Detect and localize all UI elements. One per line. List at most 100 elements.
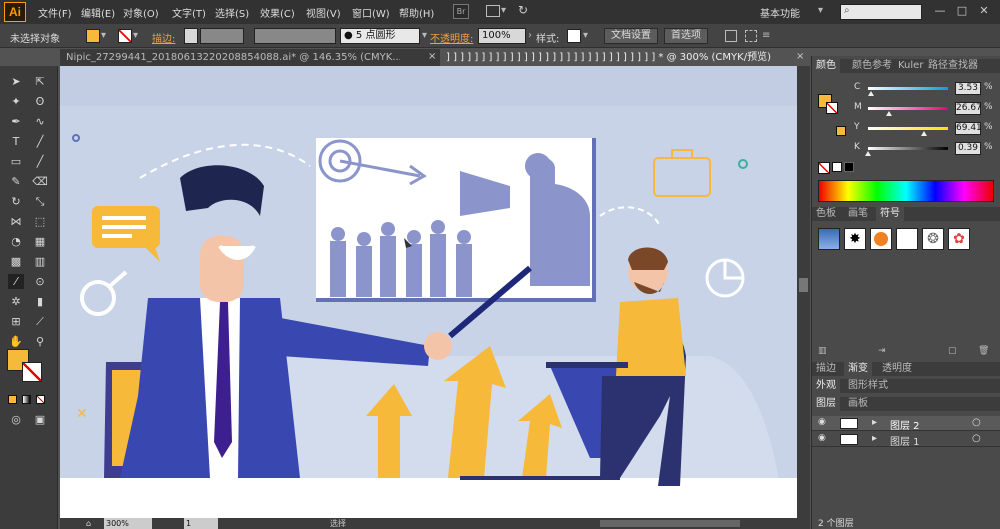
menu-type[interactable]: 文字(T): [172, 5, 206, 20]
tab-color-guide[interactable]: 颜色参考: [848, 59, 896, 73]
scale-tool-icon[interactable]: ⤡: [32, 194, 48, 209]
color-spectrum-bar[interactable]: [818, 180, 994, 202]
color-slider-track[interactable]: [868, 87, 948, 90]
tab-transparency[interactable]: 透明度: [878, 362, 916, 376]
blend-tool-icon[interactable]: ⊙: [32, 274, 48, 289]
close-button[interactable]: ✕: [976, 3, 992, 19]
direct-selection-tool-icon[interactable]: ⇱: [32, 74, 48, 89]
place-symbol-icon[interactable]: ⇥: [878, 346, 886, 356]
layer-row[interactable]: ◉ ▸ 图层 1 ○: [812, 432, 1000, 448]
stroke-weight-stepper[interactable]: [184, 28, 198, 44]
symbol-sprayer-tool-icon[interactable]: ✲: [8, 294, 24, 309]
tab-document-1[interactable]: Nipic_27299441_20180613220208854088.ai* …: [60, 49, 400, 66]
symbol-library-icon[interactable]: ▥: [818, 346, 827, 356]
tab-gradient[interactable]: 渐变: [844, 362, 872, 376]
preferences-button[interactable]: 首选项: [664, 28, 708, 44]
tab-swatches[interactable]: 色板: [812, 207, 840, 221]
draw-mode-icon[interactable]: ◎: [8, 412, 24, 427]
eyedropper-tool-icon[interactable]: ⁄: [8, 274, 24, 289]
menu-object[interactable]: 对象(O): [123, 5, 159, 20]
column-graph-tool-icon[interactable]: ▮: [32, 294, 48, 309]
tab-color[interactable]: 颜色: [812, 59, 840, 73]
eraser-tool-icon[interactable]: ⌫: [32, 174, 48, 189]
artboard-number-field[interactable]: 1: [184, 518, 218, 529]
sync-icon[interactable]: ↻: [518, 3, 528, 17]
tab-pathfinder[interactable]: 路径查找器: [924, 59, 982, 73]
layer-row[interactable]: ◉ ▸ 图层 2 ○: [812, 416, 1000, 432]
maximize-button[interactable]: □: [954, 3, 970, 19]
menu-help[interactable]: 帮助(H): [399, 5, 434, 20]
panel-stroke-swatch[interactable]: [826, 102, 838, 114]
tab-kuler[interactable]: Kuler: [894, 59, 927, 73]
delete-symbol-icon[interactable]: 🗑: [978, 346, 989, 356]
selection-tool-icon[interactable]: ➤: [8, 74, 24, 89]
screen-mode-icon[interactable]: ▣: [32, 412, 48, 427]
brush-dropdown-icon[interactable]: ▾: [422, 30, 427, 41]
width-tool-icon[interactable]: ⋈: [8, 214, 24, 229]
symbol-item[interactable]: [818, 228, 840, 250]
menu-file[interactable]: 文件(F): [38, 5, 72, 20]
symbol-item[interactable]: ✸: [844, 228, 866, 250]
bridge-button[interactable]: Br: [453, 4, 469, 19]
slice-tool-icon[interactable]: ⟋: [32, 314, 48, 329]
tab-graphic-styles[interactable]: 图形样式: [844, 379, 892, 393]
color-slider-thumb[interactable]: [865, 151, 872, 156]
opacity-label[interactable]: 不透明度:: [430, 30, 473, 45]
tab-layers[interactable]: 图层: [812, 397, 840, 411]
color-slider-track[interactable]: [868, 147, 948, 150]
artboard-nav-icon[interactable]: ⌂: [86, 518, 91, 529]
minimize-button[interactable]: —: [932, 3, 948, 19]
graphic-style-swatch[interactable]: [567, 29, 581, 43]
white-color-swatch[interactable]: [832, 162, 842, 172]
line-tool-icon[interactable]: ╱: [32, 134, 48, 149]
lasso-tool-icon[interactable]: ʘ: [32, 94, 48, 109]
color-slider-track[interactable]: [868, 127, 948, 130]
symbol-item[interactable]: [870, 228, 892, 250]
color-mode-icon[interactable]: [8, 395, 17, 404]
fill-dropdown-icon[interactable]: ▾: [101, 30, 106, 41]
layer-target-icon[interactable]: ○: [972, 433, 981, 444]
magic-wand-tool-icon[interactable]: ✦: [8, 94, 24, 109]
symbol-item[interactable]: [896, 228, 918, 250]
mesh-tool-icon[interactable]: ▩: [8, 254, 24, 269]
brush-definition-select[interactable]: ● 5 点圆形: [340, 28, 420, 44]
variable-width-profile[interactable]: [254, 28, 336, 44]
menu-effect[interactable]: 效果(C): [260, 5, 295, 20]
opacity-field[interactable]: 100%: [478, 28, 526, 44]
stroke-weight-field[interactable]: [200, 28, 244, 44]
new-symbol-icon[interactable]: ▢: [948, 346, 957, 356]
hand-tool-icon[interactable]: ✋: [8, 334, 24, 349]
layer-target-icon[interactable]: ○: [972, 417, 981, 428]
workspace-switcher[interactable]: 基本功能: [760, 5, 800, 20]
tab-appearance[interactable]: 外观: [812, 379, 840, 393]
pencil-tool-icon[interactable]: ✎: [8, 174, 24, 189]
scrollbar-thumb[interactable]: [799, 278, 808, 292]
help-search-input[interactable]: ⌕: [840, 4, 922, 20]
eye-icon[interactable]: ◉: [818, 417, 826, 427]
horizontal-scrollbar[interactable]: [600, 520, 740, 527]
transform-icon[interactable]: [745, 30, 757, 42]
tab-stroke[interactable]: 描边: [812, 362, 840, 376]
style-dropdown-icon[interactable]: ▾: [583, 30, 588, 41]
workspace-dropdown-icon[interactable]: ▾: [818, 5, 823, 16]
menu-window[interactable]: 窗口(W): [352, 5, 390, 20]
color-value-field[interactable]: 69.41: [955, 122, 982, 135]
none-color-swatch[interactable]: [818, 162, 830, 174]
control-bar-menu-icon[interactable]: ≡: [762, 30, 770, 41]
menu-view[interactable]: 视图(V): [306, 5, 341, 20]
stroke-label[interactable]: 描边:: [152, 30, 175, 45]
color-value-field[interactable]: 0.39: [955, 142, 981, 155]
menu-select[interactable]: 选择(S): [215, 5, 249, 20]
color-slider-track[interactable]: [868, 107, 948, 110]
close-tab-icon[interactable]: ×: [428, 51, 436, 62]
color-value-field[interactable]: 26.67: [955, 102, 982, 115]
layer-expand-icon[interactable]: ▸: [872, 417, 877, 428]
menu-edit[interactable]: 编辑(E): [81, 5, 115, 20]
free-transform-tool-icon[interactable]: ⬚: [32, 214, 48, 229]
layer-expand-icon[interactable]: ▸: [872, 433, 877, 444]
stroke-color-box[interactable]: [22, 362, 42, 382]
layer-name[interactable]: 图层 1: [890, 433, 920, 448]
curvature-tool-icon[interactable]: ∿: [32, 114, 48, 129]
tab-symbols[interactable]: 符号: [876, 207, 904, 221]
symbol-item[interactable]: ❂: [922, 228, 944, 250]
